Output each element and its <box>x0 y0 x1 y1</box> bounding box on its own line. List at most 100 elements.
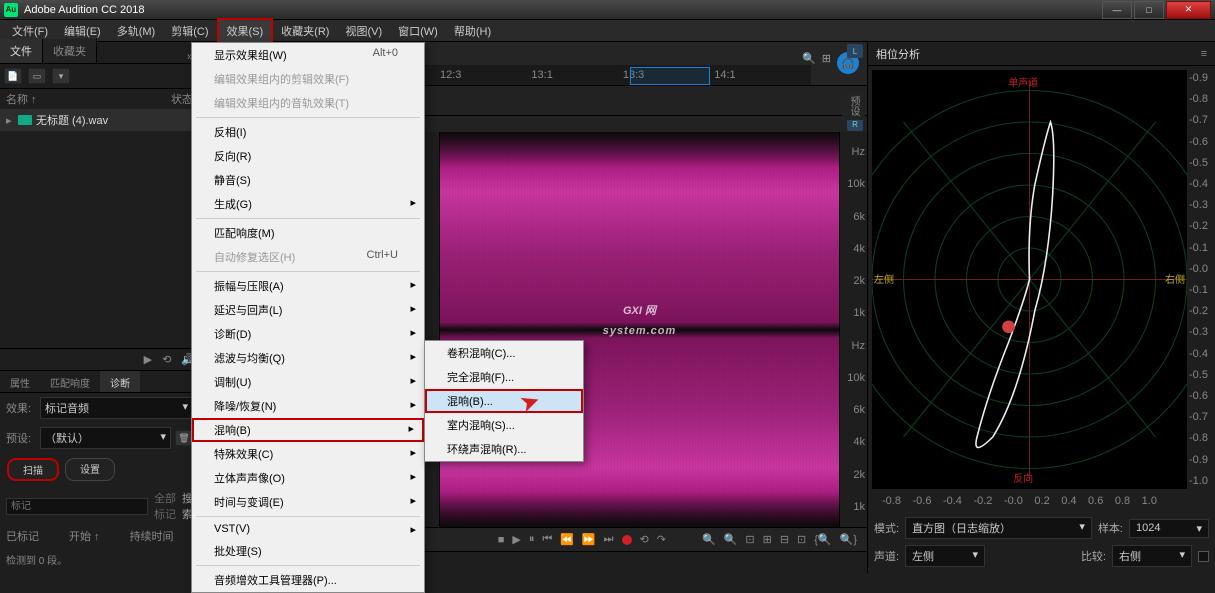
menuitem-silence[interactable]: 静音(S) <box>192 168 424 192</box>
menuitem-studio-reverb[interactable]: 室内混响(S)... <box>425 413 583 437</box>
skip-sel-icon[interactable]: ↷ <box>657 533 666 546</box>
menu-clip[interactable]: 剪辑(C) <box>163 20 216 42</box>
expand-caret-icon[interactable]: ▸ <box>6 114 14 127</box>
menu-multitrack[interactable]: 多轨(M) <box>109 20 164 42</box>
col-name[interactable]: 名称 ↑ <box>6 91 171 107</box>
rewind-icon[interactable]: ⏪ <box>560 533 574 546</box>
effect-row: 效果: 标记音频▾ <box>0 393 199 423</box>
col-status[interactable]: 状态 <box>171 91 193 107</box>
zoom-in-h-icon[interactable]: 🔍 <box>702 533 716 546</box>
effects-dropdown: 显示效果组(W)Alt+0 编辑效果组内的剪辑效果(F) 编辑效果组内的音轨效果… <box>191 42 425 593</box>
preset-dropdown[interactable]: （默认）▾ <box>40 427 171 449</box>
menu-help[interactable]: 帮助(H) <box>446 20 499 42</box>
skip-back-icon[interactable]: ⏮ <box>542 533 552 546</box>
detection-status: 检测到 0 段。 <box>0 546 199 573</box>
menuitem-batch[interactable]: 批处理(S) <box>192 539 424 563</box>
phase-scale-bottom: -0.8-0.6-0.4-0.2 -0.00.20.40.6 0.81.0 <box>882 495 1157 507</box>
file-row[interactable]: ▸ 无标题 (4).wav <box>0 109 199 131</box>
menuitem-reverse[interactable]: 反向(R) <box>192 144 424 168</box>
menuitem-match-loudness[interactable]: 匹配响度(M) <box>192 221 424 245</box>
menuitem-show-effects-rack[interactable]: 显示效果组(W)Alt+0 <box>192 43 424 67</box>
tab-files[interactable]: 文件 <box>0 39 43 63</box>
mode-dropdown[interactable]: 直方图（日志缩放）▾ <box>905 517 1092 539</box>
record-icon[interactable] <box>622 535 632 545</box>
zoom-sel-out-icon[interactable]: 🔍} <box>840 533 857 546</box>
zoom-out-v-icon[interactable]: ⊟ <box>780 533 789 546</box>
all-markers-label[interactable]: 全部标记 <box>154 490 176 522</box>
diagnostics-tabs: 属性 匹配响度 诊断 <box>0 371 199 393</box>
minimize-button[interactable]: — <box>1102 1 1132 19</box>
play-icon[interactable]: ▶ <box>144 353 152 366</box>
menuitem-plugin-manager[interactable]: 音频增效工具管理器(P)... <box>192 568 424 592</box>
record-icon[interactable]: ▭ <box>28 68 46 84</box>
compare-checkbox[interactable] <box>1198 551 1209 562</box>
insert-icon[interactable]: ▾ <box>52 68 70 84</box>
titlebar: Au Adobe Audition CC 2018 — □ ✕ <box>0 0 1215 20</box>
tab-diagnostics[interactable]: 诊断 <box>100 371 140 392</box>
samples-dropdown[interactable]: 1024▾ <box>1129 519 1209 538</box>
marker-search-input[interactable] <box>6 498 148 515</box>
open-file-icon[interactable]: 📄 <box>4 68 22 84</box>
phase-panel-header: 相位分析 ≡ <box>868 42 1215 66</box>
tab-properties[interactable]: 属性 <box>0 371 40 392</box>
zoom-sel-icon[interactable]: ⊡ <box>797 533 806 546</box>
phase-scale-right: -0.9-0.8-0.7-0.6 -0.5-0.4-0.3-0.2 -0.1-0… <box>1189 70 1213 489</box>
menuitem-time-pitch[interactable]: 时间与变调(E)▸ <box>192 490 424 514</box>
loop-icon[interactable]: ⟲ <box>640 533 649 546</box>
skip-fwd-icon[interactable]: ⏭ <box>604 533 614 546</box>
zoom-full-icon[interactable]: ⊡ <box>745 533 754 546</box>
zoom-out-h-icon[interactable]: 🔍 <box>724 533 738 546</box>
col-start[interactable]: 开始 ↑ <box>69 528 100 544</box>
panel-menu-icon[interactable]: ≡ <box>1201 48 1207 60</box>
stop-icon[interactable]: ■ <box>498 534 505 546</box>
tab-favorites[interactable]: 收藏夹 <box>43 39 97 63</box>
menuitem-stereo-imagery[interactable]: 立体声声像(O)▸ <box>192 466 424 490</box>
compare-dropdown[interactable]: 右侧▾ <box>1112 545 1192 567</box>
menuitem-reverb-b[interactable]: 混响(B)... <box>425 389 583 413</box>
channel-dropdown[interactable]: 左侧▾ <box>905 545 985 567</box>
play-icon[interactable]: ▶ <box>512 533 520 546</box>
settings-button[interactable]: 设置 <box>65 458 115 481</box>
spectrogram-view[interactable]: GXI 网 system.com <box>440 132 839 527</box>
menuitem-filter-eq[interactable]: 滤波与均衡(Q)▸ <box>192 346 424 370</box>
menuitem-generate[interactable]: 生成(G)▸ <box>192 192 424 216</box>
loop-icon[interactable]: ⟲ <box>162 353 171 366</box>
hud-toggle-icon[interactable]: ⊞ <box>822 52 831 74</box>
menuitem-full-reverb[interactable]: 完全混响(F)... <box>425 365 583 389</box>
zoom-icon[interactable]: 🔍 <box>802 52 816 74</box>
compare-label: 比较: <box>1081 548 1106 564</box>
menuitem-modulation[interactable]: 调制(U)▸ <box>192 370 424 394</box>
menu-view[interactable]: 视图(V) <box>337 20 390 42</box>
menuitem-noise-reduction[interactable]: 降噪/恢复(N)▸ <box>192 394 424 418</box>
menuitem-surround-reverb[interactable]: 环绕声混响(R)... <box>425 437 583 461</box>
menuitem-special[interactable]: 特殊效果(C)▸ <box>192 442 424 466</box>
menuitem-diagnostics[interactable]: 诊断(D)▸ <box>192 322 424 346</box>
close-button[interactable]: ✕ <box>1166 1 1211 19</box>
channel-label: 声道: <box>874 548 899 564</box>
preset-stub[interactable]: 预设 <box>842 92 865 120</box>
phase-plot[interactable]: 单声道 左侧 右侧 反向 -0.9-0.8-0.7-0.6 -0.5-0.4-0… <box>872 70 1187 489</box>
zoom-sel-in-icon[interactable]: {🔍 <box>814 533 831 546</box>
marker-columns: 已标记 开始 ↑ 持续时间 <box>0 526 199 546</box>
menuitem-delay-echo[interactable]: 延迟与回声(L)▸ <box>192 298 424 322</box>
menu-favorites[interactable]: 收藏夹(R) <box>273 20 337 42</box>
effect-dropdown[interactable]: 标记音频▾ <box>40 397 193 419</box>
menu-window[interactable]: 窗口(W) <box>390 20 446 42</box>
menuitem-amplitude[interactable]: 振幅与压限(A)▸ <box>192 274 424 298</box>
tab-loudness[interactable]: 匹配响度 <box>40 371 100 392</box>
ruler-selection[interactable] <box>630 67 710 85</box>
menuitem-edit-track-effects: 编辑效果组内的音轨效果(T) <box>192 91 424 115</box>
channel-l-badge[interactable]: L <box>847 44 863 58</box>
ffwd-icon[interactable]: ⏩ <box>582 533 596 546</box>
col-duration[interactable]: 持续时间 <box>130 528 174 544</box>
pause-icon[interactable]: ⏸ <box>529 533 535 546</box>
menu-effects[interactable]: 效果(S) <box>217 18 274 44</box>
menuitem-reverb[interactable]: 混响(B)▸ <box>192 418 424 442</box>
scan-button[interactable]: 扫描 <box>7 458 59 481</box>
menuitem-invert[interactable]: 反相(I) <box>192 120 424 144</box>
col-marked[interactable]: 已标记 <box>6 528 39 544</box>
menuitem-vst[interactable]: VST(V)▸ <box>192 519 424 539</box>
zoom-in-v-icon[interactable]: ⊞ <box>763 533 772 546</box>
menuitem-convolution-reverb[interactable]: 卷积混响(C)... <box>425 341 583 365</box>
maximize-button[interactable]: □ <box>1134 1 1164 19</box>
